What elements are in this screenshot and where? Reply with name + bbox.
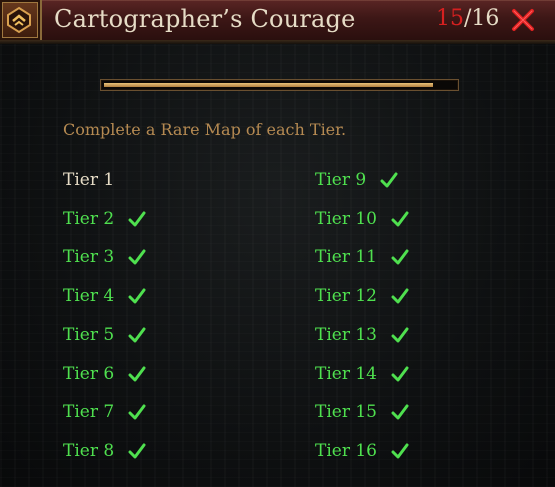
checkmark-icon <box>128 366 146 382</box>
tier-row: Tier 11 <box>315 244 409 270</box>
tier-label: Tier 15 <box>315 402 377 422</box>
tier-label: Tier 1 <box>63 170 115 190</box>
progress-bar <box>100 79 459 91</box>
checkmark-icon <box>128 288 146 304</box>
tier-row: Tier 14 <box>315 361 409 387</box>
total-count: 16 <box>471 6 500 31</box>
tier-row: Tier 16 <box>315 438 409 464</box>
tier-label: Tier 3 <box>63 247 115 267</box>
checkmark-icon <box>391 443 409 459</box>
tier-label: Tier 5 <box>63 325 115 345</box>
achievement-description: Complete a Rare Map of each Tier. <box>63 120 347 139</box>
tier-label: Tier 9 <box>315 170 367 190</box>
checkmark-icon <box>380 172 398 188</box>
tier-row: Tier 7 <box>63 399 146 425</box>
tier-row: Tier 12 <box>315 283 409 309</box>
tier-row: Tier 1 <box>63 167 114 193</box>
checkmark-icon <box>391 366 409 382</box>
completion-count: 15/16 <box>436 6 499 31</box>
checkmark-icon <box>128 211 146 227</box>
header-border <box>0 40 555 44</box>
tier-row: Tier 6 <box>63 361 146 387</box>
tier-row: Tier 15 <box>315 399 409 425</box>
checkmark-icon <box>128 404 146 420</box>
checkmark-icon <box>391 404 409 420</box>
checkmark-icon <box>391 327 409 343</box>
tier-row: Tier 3 <box>63 244 146 270</box>
tier-label: Tier 13 <box>315 325 377 345</box>
progress-bar-fill <box>104 83 433 87</box>
tier-label: Tier 16 <box>315 441 377 461</box>
tier-label: Tier 8 <box>63 441 115 461</box>
tier-row: Tier 5 <box>63 322 146 348</box>
achievement-panel: Cartographer’s Courage 15/16 Complete a … <box>0 0 555 487</box>
checkmark-icon <box>128 443 146 459</box>
achievement-emblem-icon <box>0 0 42 40</box>
tier-label: Tier 10 <box>315 209 377 229</box>
tier-label: Tier 12 <box>315 286 377 306</box>
tier-row: Tier 8 <box>63 438 146 464</box>
close-icon[interactable] <box>510 7 536 33</box>
tier-label: Tier 4 <box>63 286 115 306</box>
tier-row: Tier 10 <box>315 206 409 232</box>
tier-label: Tier 7 <box>63 402 115 422</box>
tier-row: Tier 2 <box>63 206 146 232</box>
checkmark-icon <box>391 211 409 227</box>
achievement-title: Cartographer’s Courage <box>54 5 356 33</box>
tier-row: Tier 4 <box>63 283 146 309</box>
checkmark-icon <box>128 327 146 343</box>
tier-label: Tier 11 <box>315 247 377 267</box>
tier-label: Tier 14 <box>315 364 377 384</box>
checkmark-icon <box>391 249 409 265</box>
tier-row: Tier 13 <box>315 322 409 348</box>
header-bar: Cartographer’s Courage 15/16 <box>0 0 555 42</box>
completed-count: 15 <box>436 6 464 31</box>
checkmark-icon <box>128 249 146 265</box>
tier-row: Tier 9 <box>315 167 398 193</box>
tier-label: Tier 2 <box>63 209 115 229</box>
checkmark-icon <box>391 288 409 304</box>
tier-label: Tier 6 <box>63 364 115 384</box>
